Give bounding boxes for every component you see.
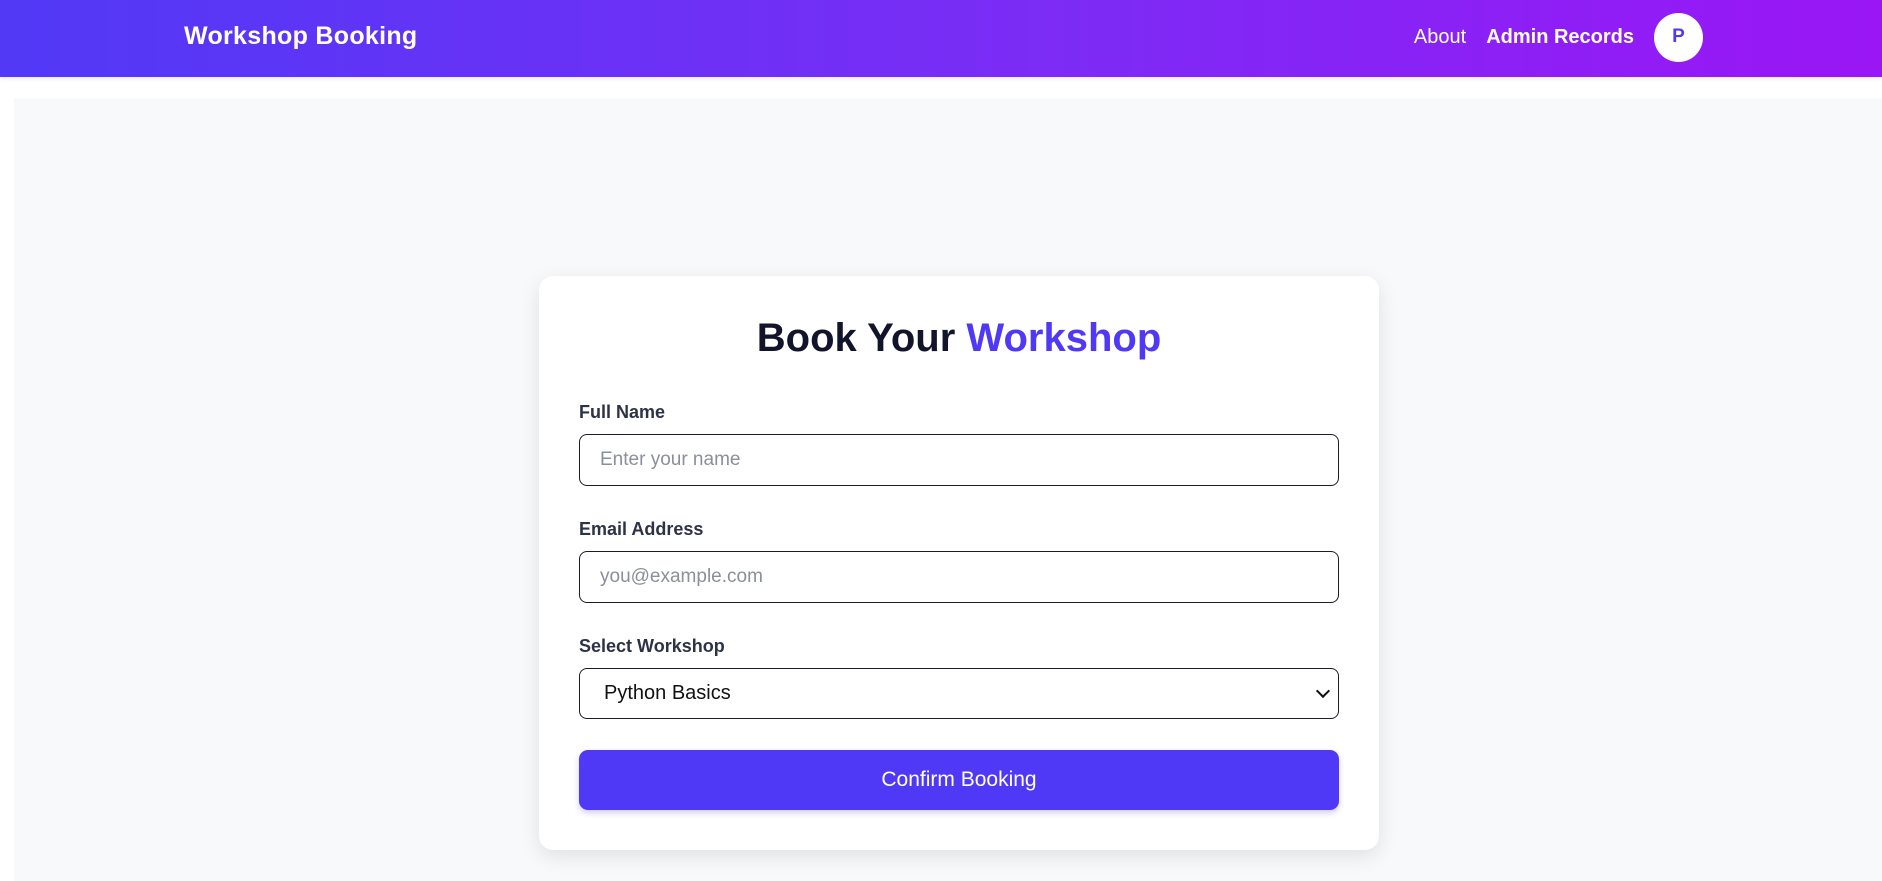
booking-form-card: Book Your Workshop Full Name Email Addre…	[539, 276, 1379, 850]
full-name-label: Full Name	[579, 402, 666, 422]
brand-logo-text[interactable]: Workshop Booking	[184, 22, 418, 51]
nav-link-about[interactable]: About	[1414, 26, 1466, 49]
workshop-select[interactable]: Python Basics	[579, 668, 1339, 719]
main-content: Book Your Workshop Full Name Email Addre…	[14, 98, 1882, 881]
email-label: Email Address	[579, 519, 704, 539]
chevron-down-icon	[1315, 683, 1331, 699]
full-name-input[interactable]	[579, 434, 1339, 486]
user-avatar[interactable]: P	[1654, 12, 1703, 62]
top-navbar: Workshop Booking About Admin Records P	[0, 0, 1882, 77]
confirm-booking-button[interactable]: Confirm Booking	[579, 750, 1339, 810]
workshop-select-label: Select Workshop	[579, 636, 725, 656]
email-input[interactable]	[579, 551, 1339, 603]
nav-link-admin-records[interactable]: Admin Records	[1486, 26, 1634, 49]
form-title-accent: Workshop	[966, 316, 1162, 360]
form-title: Book Your Workshop	[539, 316, 1379, 361]
nav-links: About Admin Records P	[1414, 12, 1703, 62]
workshop-select-value: Python Basics	[604, 682, 731, 704]
form-title-text: Book Your	[756, 316, 956, 360]
